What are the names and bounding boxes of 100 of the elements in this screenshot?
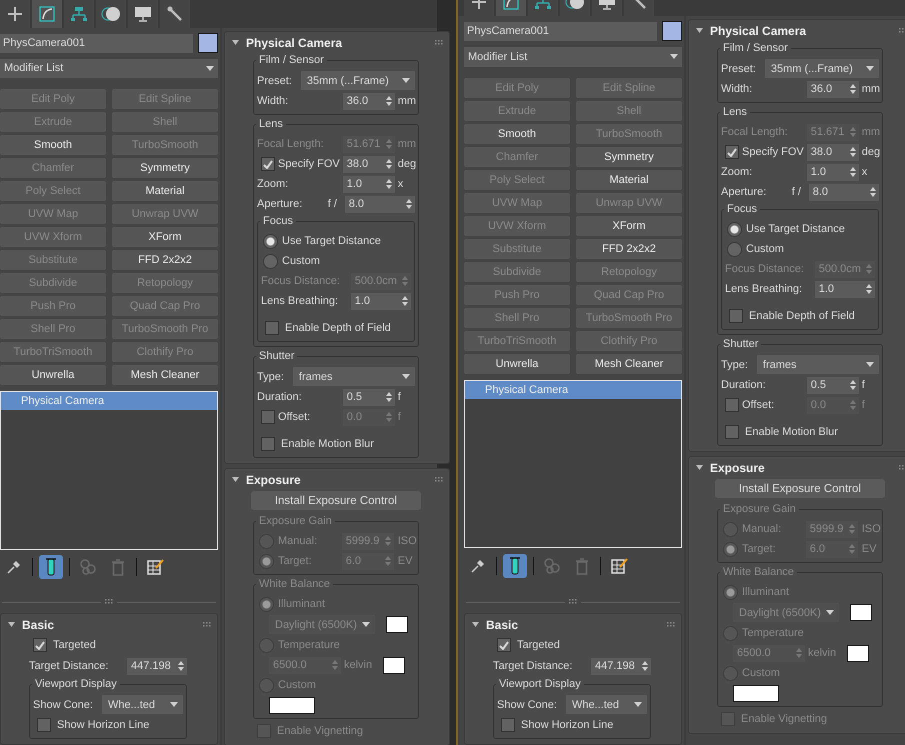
command-tab[interactable] <box>64 0 94 28</box>
command-tab[interactable] <box>160 0 190 28</box>
field-label: Focal Length: <box>257 138 325 150</box>
radio-label: Temperature <box>278 639 341 651</box>
group-title: Viewport Display <box>498 678 582 690</box>
spinner-field[interactable]: 1.0 <box>814 280 875 298</box>
checkbox[interactable] <box>729 309 743 323</box>
modifier-button[interactable]: Symmetry <box>112 158 218 178</box>
command-tab[interactable] <box>128 0 158 28</box>
install-button[interactable]: Install Exposure Control <box>715 479 885 498</box>
trash-icon <box>111 558 125 576</box>
spinner-arrows-icon <box>178 661 184 671</box>
modifier-button[interactable]: FFD 2x2x2 <box>112 250 218 270</box>
spinner-arrows-icon <box>866 284 872 294</box>
group-title: Focus <box>262 215 294 227</box>
radio-button[interactable] <box>727 242 742 256</box>
modifier-button[interactable]: Symmetry <box>576 146 682 167</box>
checkbox[interactable] <box>501 718 515 732</box>
group-title: Shutter <box>722 338 760 350</box>
radio-button[interactable] <box>263 254 278 268</box>
modifier-button[interactable]: Material <box>112 180 218 201</box>
modifier-list-dropdown[interactable]: Modifier List <box>0 59 218 78</box>
modifier-button[interactable]: Unwrella <box>0 364 106 385</box>
modifier-button[interactable]: Mesh Cleaner <box>576 354 682 374</box>
spinner-arrows-icon <box>796 648 802 658</box>
spinner-field[interactable]: 38.0 <box>806 144 859 160</box>
grid-pencil-icon <box>146 558 164 576</box>
checkbox[interactable] <box>261 437 275 451</box>
spinner-field[interactable]: 8.0 <box>344 196 415 212</box>
install-button[interactable]: Install Exposure Control <box>251 491 421 510</box>
stack-tool-button[interactable] <box>39 554 63 579</box>
dropdown[interactable]: Whe...ted <box>566 695 647 714</box>
spinner-field[interactable]: 36.0 <box>342 92 395 110</box>
spinner-field[interactable]: 1.0 <box>806 164 859 180</box>
group-title: Exposure Gain <box>258 515 333 527</box>
checkbox[interactable] <box>261 157 275 171</box>
group-title: Lens <box>722 106 748 118</box>
spinner-field[interactable]: 0.5 <box>342 388 395 406</box>
field-label: Show Cone: <box>33 698 93 710</box>
command-tab[interactable] <box>0 0 30 28</box>
object-color-swatch[interactable] <box>662 21 682 41</box>
rollout-title[interactable]: Exposure <box>246 472 301 486</box>
field-label: Specify FOV <box>742 146 804 158</box>
checkbox-label: Enable Motion Blur <box>281 438 375 450</box>
spinner-field[interactable]: 447.198 <box>591 658 651 674</box>
spinner-arrows-icon <box>384 556 391 566</box>
rollout-title[interactable]: Physical Camera <box>246 36 342 50</box>
dropdown[interactable]: frames <box>756 355 879 374</box>
checkbox[interactable] <box>33 638 47 652</box>
stack-item[interactable]: Physical Camera <box>1 392 217 410</box>
rollout-title[interactable]: Exposure <box>710 460 765 474</box>
dropdown[interactable]: 35mm (...Frame) <box>300 71 415 90</box>
unit-label: f <box>862 399 866 411</box>
stack-item[interactable]: Physical Camera <box>465 380 681 399</box>
checkbox[interactable] <box>37 718 51 732</box>
spinner-arrows-icon <box>386 412 392 422</box>
dropdown[interactable]: 35mm (...Frame) <box>764 59 879 78</box>
object-name-field[interactable]: PhysCamera001 <box>0 34 193 52</box>
modifier-button[interactable]: Unwrella <box>464 354 570 374</box>
stack-tool-button[interactable] <box>503 554 527 578</box>
rollout-title[interactable]: Basic <box>22 618 54 632</box>
radio-button[interactable] <box>727 222 742 236</box>
grip-icon <box>667 622 675 628</box>
modifier-button[interactable]: Mesh Cleaner <box>112 364 218 385</box>
spinner-arrows-icon <box>386 159 392 169</box>
spinner-field[interactable]: 0.5 <box>806 376 859 394</box>
modifier-list-dropdown[interactable]: Modifier List <box>464 47 682 67</box>
grip-icon <box>569 599 577 605</box>
checkbox[interactable] <box>725 145 739 159</box>
spinner-field[interactable]: 447.198 <box>127 658 187 674</box>
monitor-icon <box>134 6 152 22</box>
modifier-button[interactable]: Material <box>576 170 682 190</box>
command-tab[interactable] <box>96 0 126 28</box>
modifier-button[interactable]: Smooth <box>0 134 106 155</box>
rollout-title[interactable]: Physical Camera <box>710 24 806 38</box>
object-name-field[interactable]: PhysCamera001 <box>464 22 657 40</box>
checkbox[interactable] <box>497 638 511 652</box>
spinner-field[interactable]: 38.0 <box>342 156 395 172</box>
object-color-swatch[interactable] <box>198 33 218 53</box>
checkbox[interactable] <box>265 321 279 335</box>
radio-label: Manual: <box>278 535 318 547</box>
field-label: Preset: <box>257 74 292 86</box>
spinner-field[interactable]: 36.0 <box>806 80 859 98</box>
radio-button[interactable] <box>263 234 278 248</box>
spinner-arrows-icon <box>870 187 876 197</box>
dropdown[interactable]: frames <box>292 367 415 386</box>
spinner-field[interactable]: 1.0 <box>350 292 411 310</box>
checkbox-label: Show Horizon Line <box>521 719 614 731</box>
modifier-button[interactable]: FFD 2x2x2 <box>576 238 682 259</box>
rollout-title[interactable]: Basic <box>486 618 518 632</box>
spinner-field[interactable]: 8.0 <box>808 184 879 200</box>
dropdown[interactable]: Whe...ted <box>102 695 183 714</box>
modifier-button[interactable]: Smooth <box>464 124 570 144</box>
modifier-button[interactable]: XForm <box>576 216 682 236</box>
checkbox[interactable] <box>725 425 739 439</box>
spinner-field[interactable]: 1.0 <box>342 176 395 192</box>
pin-icon <box>6 558 22 575</box>
command-tab[interactable] <box>32 0 62 28</box>
modifier-button[interactable]: XForm <box>112 226 218 247</box>
checkbox-label: Enable Depth of Field <box>285 322 392 334</box>
